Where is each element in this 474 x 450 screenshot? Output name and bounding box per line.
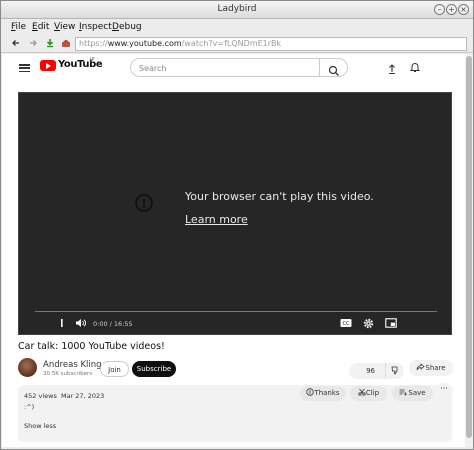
vertical-scrollbar[interactable]	[465, 54, 473, 447]
captions-icon[interactable]: CC	[340, 318, 352, 330]
title-bar[interactable]: Ladybird – + ×	[1, 1, 473, 19]
menu-bar: File Edit View Inspect Debug	[1, 20, 473, 36]
clip-label: Clip	[365, 389, 380, 397]
scissors-icon	[358, 388, 366, 396]
view-count: 452 views	[24, 392, 57, 400]
url-bar[interactable]: https://www.youtube.com/watch?v=fLQNDmE1…	[75, 37, 467, 51]
window-title: Ladybird	[217, 4, 257, 14]
scrollbar-thumb[interactable]	[466, 56, 472, 438]
channel-name[interactable]: Andreas Kling	[43, 360, 102, 370]
maximize-icon[interactable]: +	[446, 4, 457, 15]
search-icon[interactable]	[327, 62, 341, 76]
description-text: :^)	[24, 403, 35, 411]
search-divider	[319, 59, 320, 76]
time-display: 0:00 / 16:55	[93, 320, 133, 328]
thumbs-down-icon	[391, 366, 397, 375]
save-label: Save	[408, 389, 426, 397]
reload-icon[interactable]	[44, 38, 56, 50]
minimize-icon[interactable]: –	[434, 4, 445, 15]
url-host: www.youtube.com	[107, 39, 182, 48]
svg-text:CC: CC	[343, 321, 350, 327]
subscriber-count: 30.5K subscribers	[43, 371, 93, 377]
learn-more-link[interactable]: Learn more	[185, 213, 248, 226]
home-icon[interactable]	[60, 38, 72, 50]
video-title: Car talk: 1000 YouTube videos!	[18, 341, 165, 352]
notifications-bell-icon[interactable]	[409, 58, 421, 72]
settings-gear-icon[interactable]	[363, 318, 374, 331]
dislike-button[interactable]	[385, 363, 404, 379]
volume-icon[interactable]	[75, 318, 87, 330]
close-icon[interactable]: ×	[458, 4, 469, 15]
player-error-message: Your browser can't play this video.	[185, 190, 374, 203]
menu-file[interactable]: File	[11, 22, 26, 32]
play-pause-icon[interactable]	[60, 318, 64, 330]
share-button[interactable]: Share	[409, 360, 453, 376]
progress-bar[interactable]	[35, 311, 437, 312]
like-count: 96	[366, 367, 375, 375]
more-actions-icon[interactable]: ···	[435, 383, 453, 399]
url-path: /watch?v=fLQNDmE1rBk	[181, 39, 282, 48]
view-count-date: 452 views Mar 27, 2023	[24, 392, 104, 400]
save-button[interactable]: Save	[392, 386, 433, 401]
show-less-link[interactable]: Show less	[24, 422, 56, 430]
menu-debug[interactable]: Debug	[112, 22, 142, 32]
youtube-logo[interactable]: YouTube JP	[40, 57, 103, 74]
upload-icon[interactable]	[386, 60, 398, 74]
url-scheme: https://	[79, 39, 108, 48]
error-icon	[135, 194, 153, 212]
country-code: JP	[90, 57, 95, 63]
video-player[interactable]: Your browser can't play this video. Lear…	[18, 92, 452, 335]
forward-icon[interactable]	[27, 38, 39, 50]
join-button[interactable]: Join	[100, 361, 129, 377]
like-button[interactable]: 96	[349, 363, 385, 379]
menu-view[interactable]: View	[54, 22, 75, 32]
menu-edit[interactable]: Edit	[32, 22, 49, 32]
page-viewport: YouTube JP Search Your browser can't pla…	[2, 54, 465, 447]
search-input[interactable]: Search	[139, 64, 166, 73]
logo-wordmark: YouTube	[58, 59, 103, 70]
menu-inspect[interactable]: Inspect	[79, 22, 112, 32]
subscribe-button[interactable]: Subscribe	[132, 361, 176, 377]
share-label: Share	[425, 364, 446, 372]
upload-date: Mar 27, 2023	[60, 392, 105, 400]
hamburger-menu-icon[interactable]	[19, 64, 30, 73]
back-icon[interactable]	[10, 38, 22, 50]
thanks-label: Thanks	[314, 389, 340, 397]
search-box[interactable]: Search	[130, 58, 348, 77]
clip-button[interactable]: Clip	[350, 386, 387, 401]
miniplayer-icon[interactable]	[385, 318, 397, 330]
browser-window: Ladybird – + × File Edit View Inspect De…	[0, 0, 474, 450]
nav-toolbar: https://www.youtube.com/watch?v=fLQNDmE1…	[1, 36, 473, 53]
channel-avatar[interactable]	[18, 358, 37, 377]
youtube-play-icon	[40, 60, 56, 71]
thanks-button[interactable]: Thanks	[300, 386, 346, 401]
